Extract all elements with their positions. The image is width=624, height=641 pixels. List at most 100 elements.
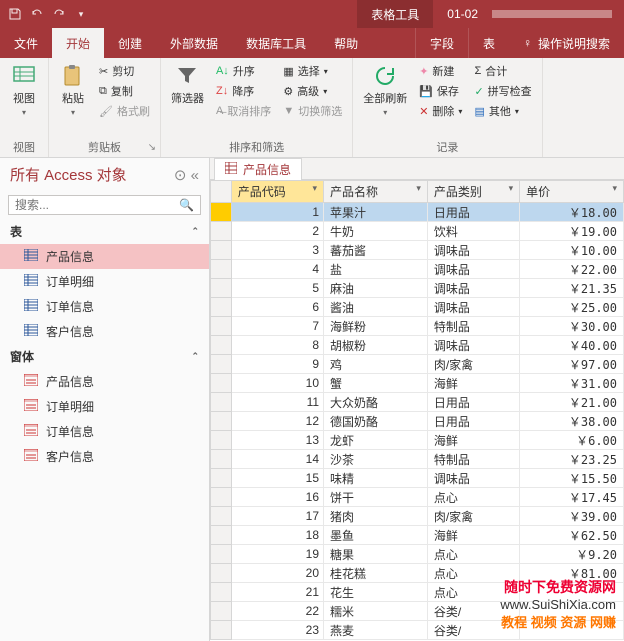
row-selector[interactable] bbox=[211, 621, 232, 640]
table-row[interactable]: 1苹果汁日用品￥18.00 bbox=[211, 203, 624, 222]
cell-category[interactable]: 特制品 bbox=[427, 450, 519, 469]
cell-price[interactable]: ￥40.00 bbox=[520, 336, 624, 355]
cell-category[interactable]: 海鲜 bbox=[427, 431, 519, 450]
cell-price[interactable]: ￥10.00 bbox=[520, 241, 624, 260]
cell-name[interactable]: 花生 bbox=[324, 583, 428, 602]
table-row[interactable]: 12德国奶酪日用品￥38.00 bbox=[211, 412, 624, 431]
nav-table-item[interactable]: 订单信息 bbox=[0, 294, 209, 319]
view-button[interactable]: 视图 ▾ bbox=[6, 62, 42, 119]
row-selector[interactable] bbox=[211, 431, 232, 450]
cut-button[interactable]: ✂剪切 bbox=[95, 62, 154, 80]
cell-category[interactable]: 调味品 bbox=[427, 241, 519, 260]
sort-asc-button[interactable]: A↓升序 bbox=[212, 62, 275, 80]
dropdown-icon[interactable]: ▾ bbox=[612, 183, 617, 194]
cell-category[interactable]: 点心 bbox=[427, 564, 519, 583]
cell-name[interactable]: 鸡 bbox=[324, 355, 428, 374]
cell-category[interactable]: 肉/家禽 bbox=[427, 507, 519, 526]
row-selector[interactable] bbox=[211, 564, 232, 583]
cell-name[interactable]: 牛奶 bbox=[324, 222, 428, 241]
nav-options-icon[interactable]: ⊙ « bbox=[174, 166, 199, 184]
table-row[interactable]: 18墨鱼海鲜￥62.50 bbox=[211, 526, 624, 545]
nav-form-item[interactable]: 订单信息 bbox=[0, 419, 209, 444]
cell-category[interactable]: 日用品 bbox=[427, 203, 519, 222]
cell-category[interactable]: 海鲜 bbox=[427, 374, 519, 393]
cell-name[interactable]: 蕃茄酱 bbox=[324, 241, 428, 260]
tab-fields[interactable]: 字段 bbox=[415, 28, 468, 58]
cell-id[interactable]: 10 bbox=[231, 374, 323, 393]
table-row[interactable]: 11大众奶酪日用品￥21.00 bbox=[211, 393, 624, 412]
nav-form-item[interactable]: 订单明细 bbox=[0, 394, 209, 419]
nav-search[interactable]: 🔍 bbox=[8, 195, 201, 215]
cell-id[interactable]: 3 bbox=[231, 241, 323, 260]
cell-id[interactable]: 2 bbox=[231, 222, 323, 241]
cell-price[interactable]: ￥21.35 bbox=[520, 279, 624, 298]
nav-table-item[interactable]: 产品信息 bbox=[0, 244, 209, 269]
cell-name[interactable]: 海鲜粉 bbox=[324, 317, 428, 336]
cell-name[interactable]: 沙茶 bbox=[324, 450, 428, 469]
row-selector[interactable] bbox=[211, 374, 232, 393]
cell-name[interactable]: 燕麦 bbox=[324, 621, 428, 640]
nav-table-item[interactable]: 订单明细 bbox=[0, 269, 209, 294]
save-icon[interactable] bbox=[8, 7, 22, 21]
row-selector[interactable] bbox=[211, 241, 232, 260]
column-header-id[interactable]: 产品代码▾ bbox=[231, 181, 323, 203]
sort-desc-button[interactable]: Z↓降序 bbox=[212, 82, 275, 100]
cell-id[interactable]: 22 bbox=[231, 602, 323, 621]
nav-table-item[interactable]: 客户信息 bbox=[0, 319, 209, 344]
row-selector[interactable] bbox=[211, 317, 232, 336]
cell-name[interactable]: 墨鱼 bbox=[324, 526, 428, 545]
dropdown-icon[interactable]: ▾ bbox=[313, 183, 318, 194]
cell-price[interactable]: ￥39.00 bbox=[520, 507, 624, 526]
cell-id[interactable]: 23 bbox=[231, 621, 323, 640]
cell-price[interactable]: ￥25.00 bbox=[520, 298, 624, 317]
row-selector[interactable] bbox=[211, 336, 232, 355]
collapse-icon[interactable]: ⌃ bbox=[191, 226, 199, 237]
cell-id[interactable]: 15 bbox=[231, 469, 323, 488]
table-row[interactable]: 10蟹海鲜￥31.00 bbox=[211, 374, 624, 393]
cell-category[interactable]: 调味品 bbox=[427, 336, 519, 355]
dropdown-icon[interactable]: ▾ bbox=[509, 183, 514, 194]
cell-id[interactable]: 17 bbox=[231, 507, 323, 526]
cell-id[interactable]: 4 bbox=[231, 260, 323, 279]
clear-sort-button[interactable]: A̶取消排序 bbox=[212, 102, 275, 120]
cell-id[interactable]: 18 bbox=[231, 526, 323, 545]
filter-button[interactable]: 筛选器 bbox=[167, 62, 208, 108]
cell-id[interactable]: 13 bbox=[231, 431, 323, 450]
undo-icon[interactable] bbox=[30, 7, 44, 21]
qat-more-icon[interactable]: ▾ bbox=[74, 7, 88, 21]
table-row[interactable]: 22糯米谷类/ bbox=[211, 602, 624, 621]
save-record-button[interactable]: 💾保存 bbox=[415, 82, 466, 100]
collapse-icon[interactable]: ⌃ bbox=[191, 351, 199, 362]
cell-id[interactable]: 14 bbox=[231, 450, 323, 469]
cell-id[interactable]: 8 bbox=[231, 336, 323, 355]
row-selector[interactable] bbox=[211, 545, 232, 564]
tab-file[interactable]: 文件 bbox=[0, 28, 52, 58]
cell-category[interactable]: 点心 bbox=[427, 545, 519, 564]
row-selector[interactable] bbox=[211, 526, 232, 545]
table-row[interactable]: 17猪肉肉/家禽￥39.00 bbox=[211, 507, 624, 526]
clipboard-launcher-icon[interactable]: ↘ bbox=[148, 142, 156, 153]
cell-category[interactable]: 调味品 bbox=[427, 260, 519, 279]
table-row[interactable]: 2牛奶饮料￥19.00 bbox=[211, 222, 624, 241]
search-icon[interactable]: 🔍 bbox=[179, 198, 194, 212]
cell-category[interactable]: 谷类/ bbox=[427, 621, 519, 640]
column-header-category[interactable]: 产品类别▾ bbox=[427, 181, 519, 203]
column-header-name[interactable]: 产品名称▾ bbox=[324, 181, 428, 203]
cell-id[interactable]: 11 bbox=[231, 393, 323, 412]
nav-form-item[interactable]: 客户信息 bbox=[0, 444, 209, 469]
more-button[interactable]: ▤其他▾ bbox=[470, 102, 535, 120]
table-row[interactable]: 9鸡肉/家禽￥97.00 bbox=[211, 355, 624, 374]
nav-search-input[interactable] bbox=[15, 198, 179, 212]
row-selector[interactable] bbox=[211, 222, 232, 241]
cell-category[interactable]: 肉/家禽 bbox=[427, 355, 519, 374]
cell-category[interactable]: 海鲜 bbox=[427, 526, 519, 545]
cell-category[interactable]: 谷类/ bbox=[427, 602, 519, 621]
dropdown-icon[interactable]: ▾ bbox=[416, 183, 421, 194]
refresh-all-button[interactable]: 全部刷新 ▾ bbox=[359, 62, 411, 119]
cell-category[interactable]: 点心 bbox=[427, 488, 519, 507]
cell-price[interactable]: ￥62.50 bbox=[520, 526, 624, 545]
tab-database-tools[interactable]: 数据库工具 bbox=[232, 28, 320, 58]
row-selector[interactable] bbox=[211, 393, 232, 412]
tab-home[interactable]: 开始 bbox=[52, 28, 104, 58]
row-selector[interactable] bbox=[211, 260, 232, 279]
